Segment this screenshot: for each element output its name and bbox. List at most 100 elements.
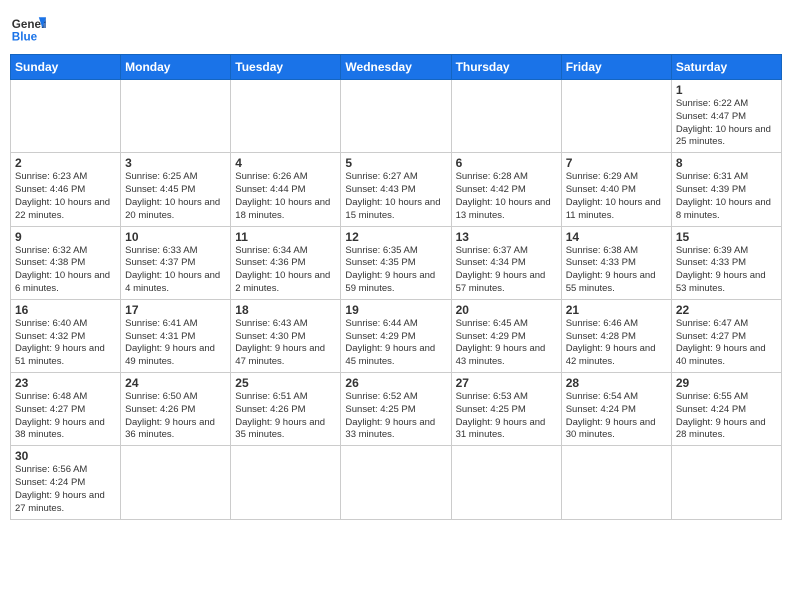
day-number: 1 [676,83,777,97]
calendar-cell-0-0 [11,80,121,153]
day-info: Sunrise: 6:44 AM Sunset: 4:29 PM Dayligh… [345,318,446,369]
day-number: 22 [676,303,777,317]
calendar-cell-5-1 [121,446,231,519]
weekday-header-friday: Friday [561,55,671,80]
day-number: 3 [125,156,226,170]
day-number: 16 [15,303,116,317]
calendar-cell-3-2: 18Sunrise: 6:43 AM Sunset: 4:30 PM Dayli… [231,299,341,372]
calendar-cell-0-2 [231,80,341,153]
day-number: 4 [235,156,336,170]
calendar-cell-2-5: 14Sunrise: 6:38 AM Sunset: 4:33 PM Dayli… [561,226,671,299]
week-row-2: 2Sunrise: 6:23 AM Sunset: 4:46 PM Daylig… [11,153,782,226]
day-number: 18 [235,303,336,317]
calendar-cell-3-0: 16Sunrise: 6:40 AM Sunset: 4:32 PM Dayli… [11,299,121,372]
calendar-cell-2-1: 10Sunrise: 6:33 AM Sunset: 4:37 PM Dayli… [121,226,231,299]
day-info: Sunrise: 6:54 AM Sunset: 4:24 PM Dayligh… [566,391,667,442]
day-number: 19 [345,303,446,317]
day-info: Sunrise: 6:31 AM Sunset: 4:39 PM Dayligh… [676,171,777,222]
day-number: 5 [345,156,446,170]
day-number: 28 [566,376,667,390]
day-number: 6 [456,156,557,170]
day-info: Sunrise: 6:23 AM Sunset: 4:46 PM Dayligh… [15,171,116,222]
weekday-header-thursday: Thursday [451,55,561,80]
calendar-cell-2-0: 9Sunrise: 6:32 AM Sunset: 4:38 PM Daylig… [11,226,121,299]
day-info: Sunrise: 6:43 AM Sunset: 4:30 PM Dayligh… [235,318,336,369]
weekday-header-tuesday: Tuesday [231,55,341,80]
calendar-cell-3-4: 20Sunrise: 6:45 AM Sunset: 4:29 PM Dayli… [451,299,561,372]
day-info: Sunrise: 6:40 AM Sunset: 4:32 PM Dayligh… [15,318,116,369]
calendar-cell-4-2: 25Sunrise: 6:51 AM Sunset: 4:26 PM Dayli… [231,373,341,446]
calendar-cell-4-1: 24Sunrise: 6:50 AM Sunset: 4:26 PM Dayli… [121,373,231,446]
day-number: 23 [15,376,116,390]
day-info: Sunrise: 6:45 AM Sunset: 4:29 PM Dayligh… [456,318,557,369]
day-number: 15 [676,230,777,244]
day-number: 2 [15,156,116,170]
day-info: Sunrise: 6:25 AM Sunset: 4:45 PM Dayligh… [125,171,226,222]
day-number: 25 [235,376,336,390]
calendar-cell-1-4: 6Sunrise: 6:28 AM Sunset: 4:42 PM Daylig… [451,153,561,226]
day-number: 13 [456,230,557,244]
calendar-cell-2-4: 13Sunrise: 6:37 AM Sunset: 4:34 PM Dayli… [451,226,561,299]
header: General Blue [10,10,782,46]
logo: General Blue [10,10,46,46]
day-info: Sunrise: 6:53 AM Sunset: 4:25 PM Dayligh… [456,391,557,442]
day-number: 12 [345,230,446,244]
week-row-3: 9Sunrise: 6:32 AM Sunset: 4:38 PM Daylig… [11,226,782,299]
day-info: Sunrise: 6:50 AM Sunset: 4:26 PM Dayligh… [125,391,226,442]
day-info: Sunrise: 6:55 AM Sunset: 4:24 PM Dayligh… [676,391,777,442]
day-info: Sunrise: 6:47 AM Sunset: 4:27 PM Dayligh… [676,318,777,369]
calendar-cell-5-6 [671,446,781,519]
calendar-cell-3-1: 17Sunrise: 6:41 AM Sunset: 4:31 PM Dayli… [121,299,231,372]
day-number: 7 [566,156,667,170]
calendar-cell-4-0: 23Sunrise: 6:48 AM Sunset: 4:27 PM Dayli… [11,373,121,446]
calendar-cell-4-6: 29Sunrise: 6:55 AM Sunset: 4:24 PM Dayli… [671,373,781,446]
calendar-cell-4-5: 28Sunrise: 6:54 AM Sunset: 4:24 PM Dayli… [561,373,671,446]
calendar-cell-0-6: 1Sunrise: 6:22 AM Sunset: 4:47 PM Daylig… [671,80,781,153]
weekday-header-monday: Monday [121,55,231,80]
day-number: 30 [15,449,116,463]
calendar-cell-0-3 [341,80,451,153]
day-info: Sunrise: 6:56 AM Sunset: 4:24 PM Dayligh… [15,464,116,515]
calendar-cell-4-4: 27Sunrise: 6:53 AM Sunset: 4:25 PM Dayli… [451,373,561,446]
week-row-4: 16Sunrise: 6:40 AM Sunset: 4:32 PM Dayli… [11,299,782,372]
week-row-5: 23Sunrise: 6:48 AM Sunset: 4:27 PM Dayli… [11,373,782,446]
weekday-header-row: SundayMondayTuesdayWednesdayThursdayFrid… [11,55,782,80]
weekday-header-sunday: Sunday [11,55,121,80]
week-row-1: 1Sunrise: 6:22 AM Sunset: 4:47 PM Daylig… [11,80,782,153]
day-info: Sunrise: 6:51 AM Sunset: 4:26 PM Dayligh… [235,391,336,442]
day-number: 26 [345,376,446,390]
page: General Blue SundayMondayTuesdayWednesda… [0,0,792,612]
day-info: Sunrise: 6:33 AM Sunset: 4:37 PM Dayligh… [125,245,226,296]
day-number: 20 [456,303,557,317]
day-info: Sunrise: 6:41 AM Sunset: 4:31 PM Dayligh… [125,318,226,369]
day-info: Sunrise: 6:28 AM Sunset: 4:42 PM Dayligh… [456,171,557,222]
calendar-cell-5-5 [561,446,671,519]
calendar-cell-2-6: 15Sunrise: 6:39 AM Sunset: 4:33 PM Dayli… [671,226,781,299]
day-info: Sunrise: 6:22 AM Sunset: 4:47 PM Dayligh… [676,98,777,149]
logo-icon: General Blue [10,10,46,46]
calendar-cell-2-2: 11Sunrise: 6:34 AM Sunset: 4:36 PM Dayli… [231,226,341,299]
calendar-cell-3-5: 21Sunrise: 6:46 AM Sunset: 4:28 PM Dayli… [561,299,671,372]
calendar-cell-0-5 [561,80,671,153]
day-info: Sunrise: 6:39 AM Sunset: 4:33 PM Dayligh… [676,245,777,296]
calendar-cell-5-2 [231,446,341,519]
day-number: 21 [566,303,667,317]
day-info: Sunrise: 6:35 AM Sunset: 4:35 PM Dayligh… [345,245,446,296]
calendar-cell-0-1 [121,80,231,153]
calendar-cell-1-1: 3Sunrise: 6:25 AM Sunset: 4:45 PM Daylig… [121,153,231,226]
calendar-cell-1-0: 2Sunrise: 6:23 AM Sunset: 4:46 PM Daylig… [11,153,121,226]
calendar-cell-2-3: 12Sunrise: 6:35 AM Sunset: 4:35 PM Dayli… [341,226,451,299]
day-number: 27 [456,376,557,390]
weekday-header-wednesday: Wednesday [341,55,451,80]
calendar-cell-4-3: 26Sunrise: 6:52 AM Sunset: 4:25 PM Dayli… [341,373,451,446]
day-info: Sunrise: 6:26 AM Sunset: 4:44 PM Dayligh… [235,171,336,222]
calendar-cell-1-2: 4Sunrise: 6:26 AM Sunset: 4:44 PM Daylig… [231,153,341,226]
svg-text:Blue: Blue [12,31,38,44]
day-number: 11 [235,230,336,244]
day-info: Sunrise: 6:38 AM Sunset: 4:33 PM Dayligh… [566,245,667,296]
day-number: 17 [125,303,226,317]
calendar-cell-0-4 [451,80,561,153]
day-number: 10 [125,230,226,244]
calendar-table: SundayMondayTuesdayWednesdayThursdayFrid… [10,54,782,520]
day-info: Sunrise: 6:29 AM Sunset: 4:40 PM Dayligh… [566,171,667,222]
